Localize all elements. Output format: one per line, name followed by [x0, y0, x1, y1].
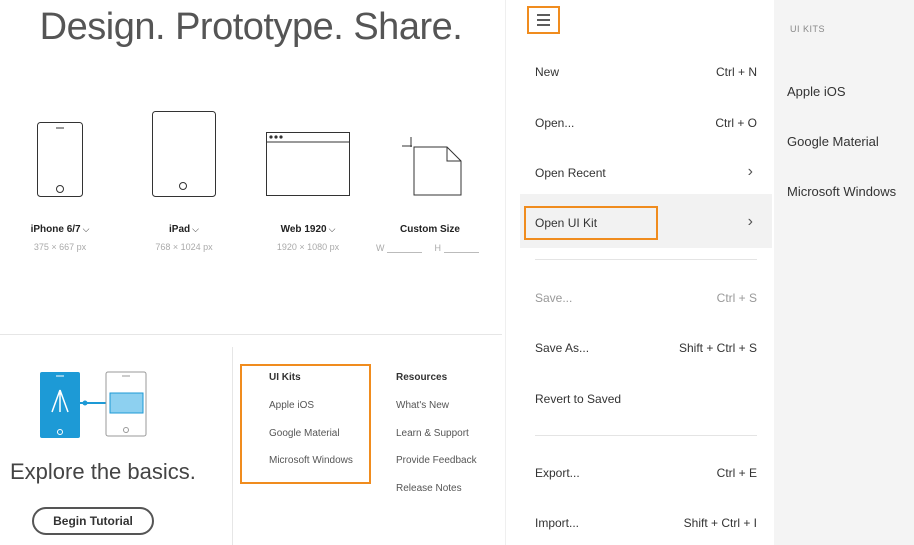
submenu-item-google-material[interactable]: Google Material: [787, 134, 879, 149]
ui-kits-submenu: [774, 0, 914, 545]
hamburger-icon: [537, 14, 550, 26]
preset-dimensions: 768 × 1024 px: [155, 242, 213, 252]
menu-item-label: Open...: [535, 116, 575, 130]
divider: [0, 334, 502, 335]
height-label: H: [434, 243, 442, 253]
menu-item-label: Save As...: [535, 341, 590, 355]
preset-label: Custom Size: [399, 224, 460, 235]
menu-item-import[interactable]: Import... Shift + Ctrl + I: [535, 516, 757, 530]
chevron-right-icon: ›: [747, 163, 753, 180]
preset-label: iPad: [169, 224, 191, 235]
menu-item-label: Export...: [535, 466, 580, 480]
ui-kit-link-windows[interactable]: Microsoft Windows: [269, 455, 353, 466]
preset-dimensions: 1920 × 1080 px: [276, 242, 340, 252]
menu-item-save[interactable]: Save... Ctrl + S: [535, 291, 757, 305]
chevron-right-icon: ›: [747, 213, 753, 230]
menu-separator: [535, 259, 757, 260]
menu-item-shortcut: Shift + Ctrl + I: [683, 516, 757, 530]
preset-label: iPhone 6/7: [30, 224, 81, 235]
menu-item-open[interactable]: Open... Ctrl + O: [535, 116, 757, 130]
custom-size-fields: W H: [376, 240, 479, 253]
panel-divider: [505, 0, 506, 545]
ui-kit-link-material[interactable]: Google Material: [269, 428, 340, 439]
height-input[interactable]: [443, 240, 479, 253]
resource-link-whats-new[interactable]: What's New: [396, 400, 449, 411]
menu-item-label: Save...: [535, 291, 573, 305]
menu-item-open-ui-kit[interactable]: Open UI Kit ›: [535, 213, 757, 230]
ipad-icon: [152, 111, 216, 197]
divider: [232, 347, 233, 545]
web-icon: [266, 132, 350, 196]
resource-link-learn[interactable]: Learn & Support: [396, 428, 469, 439]
menu-item-shortcut: Ctrl + N: [715, 65, 757, 79]
menu-item-open-recent[interactable]: Open Recent ›: [535, 163, 757, 180]
menu-item-label: Open Recent: [535, 166, 606, 180]
menu-item-revert[interactable]: Revert to Saved: [535, 392, 757, 406]
menu-item-label: Revert to Saved: [535, 392, 622, 406]
resource-link-feedback[interactable]: Provide Feedback: [396, 455, 477, 466]
ui-kits-heading: UI Kits: [269, 372, 301, 383]
submenu-item-apple-ios[interactable]: Apple iOS: [787, 84, 846, 99]
menu-item-export[interactable]: Export... Ctrl + E: [535, 466, 757, 480]
menu-item-save-as[interactable]: Save As... Shift + Ctrl + S: [535, 341, 757, 355]
chevron-down-icon: ⌵: [328, 224, 336, 234]
menu-item-shortcut: Ctrl + S: [716, 291, 757, 305]
submenu-item-microsoft-windows[interactable]: Microsoft Windows: [787, 184, 896, 199]
hamburger-button[interactable]: [527, 6, 560, 34]
ui-kit-link-apple[interactable]: Apple iOS: [269, 400, 314, 411]
resources-heading: Resources: [396, 372, 448, 383]
submenu-heading: UI KITS: [790, 24, 826, 34]
menu-item-label: Open UI Kit: [535, 216, 598, 230]
begin-tutorial-button[interactable]: Begin Tutorial: [32, 507, 154, 535]
tutorial-illustration: [40, 371, 147, 438]
chevron-down-icon: ⌵: [192, 224, 199, 234]
iphone-icon: [37, 122, 83, 197]
page-title: Design. Prototype. Share.: [39, 6, 463, 48]
menu-item-new[interactable]: New Ctrl + N: [535, 65, 757, 79]
width-input[interactable]: [387, 240, 423, 253]
ui-kits-highlight: [240, 364, 371, 484]
menu-item-shortcut: Ctrl + E: [716, 466, 757, 480]
chevron-down-icon: ⌵: [82, 224, 90, 234]
custom-size-icon: [402, 137, 462, 196]
explore-heading: Explore the basics.: [10, 459, 196, 484]
preset-dimensions: 375 × 667 px: [33, 242, 87, 252]
menu-item-label: New: [535, 65, 560, 79]
menu-item-label: Import...: [535, 516, 580, 530]
menu-item-shortcut: Shift + Ctrl + S: [678, 341, 757, 355]
width-label: W: [376, 243, 385, 253]
resource-link-release-notes[interactable]: Release Notes: [396, 483, 462, 494]
menu-separator: [535, 435, 757, 436]
preset-label: Web 1920: [280, 224, 327, 235]
menu-item-shortcut: Ctrl + O: [715, 116, 757, 130]
